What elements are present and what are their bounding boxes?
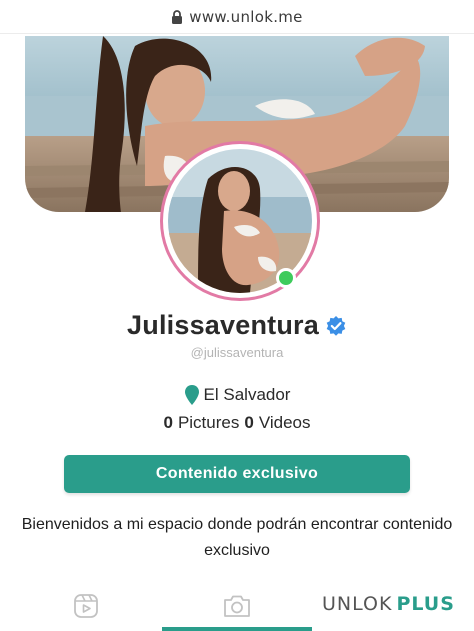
media-counts: 0 Pictures 0 Videos: [0, 413, 474, 433]
active-tab-indicator: [162, 627, 312, 631]
profile-handle: @julissaventura: [190, 345, 284, 360]
profile-display-name: Julissaventura: [127, 310, 319, 340]
logo-brand-text: UNLOK: [322, 593, 393, 615]
profile-location: El Salvador: [0, 384, 474, 406]
profile-bio: Bienvenidos a mi espacio donde podrán en…: [21, 516, 453, 559]
videos-label: Videos: [258, 413, 311, 432]
avatar[interactable]: [160, 141, 320, 301]
pictures-label: Pictures: [177, 413, 240, 432]
videos-count: 0: [244, 413, 254, 432]
location-text: El Salvador: [203, 385, 291, 404]
video-play-icon: [74, 593, 98, 618]
online-status-dot: [276, 268, 296, 288]
exclusive-content-button[interactable]: Contenido exclusivo: [64, 455, 410, 493]
browser-address-bar[interactable]: www.unlok.me: [0, 0, 474, 34]
camera-icon: [224, 595, 250, 617]
tab-videos[interactable]: [56, 580, 116, 631]
profile-name-row: Julissaventura: [0, 310, 474, 341]
map-pin-icon: [184, 384, 200, 406]
bottom-tab-bar: UNLOK PLUS: [0, 580, 474, 631]
lock-icon: [171, 9, 183, 24]
verified-badge-icon: [325, 315, 347, 337]
tab-photos[interactable]: [162, 580, 312, 631]
pictures-count: 0: [163, 413, 173, 432]
url-text: www.unlok.me: [189, 7, 303, 26]
unlok-plus-logo[interactable]: UNLOK PLUS: [322, 589, 455, 619]
logo-plus-text: PLUS: [396, 593, 455, 615]
